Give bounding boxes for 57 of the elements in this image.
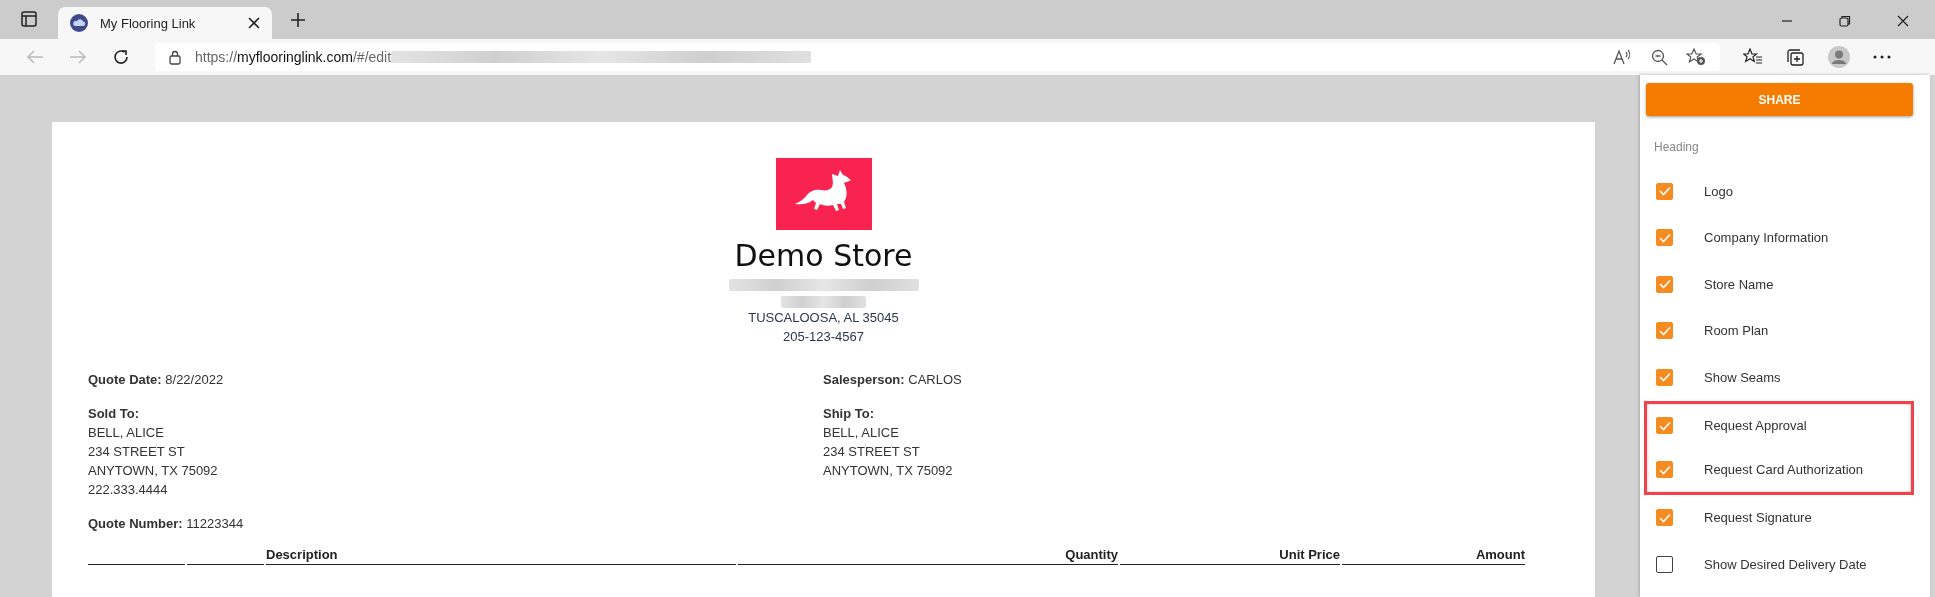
- column-header: Quantity: [1065, 547, 1118, 562]
- checkbox[interactable]: [1656, 417, 1673, 434]
- read-aloud-icon[interactable]: [1613, 49, 1633, 65]
- checkbox[interactable]: [1656, 322, 1673, 340]
- refresh-icon[interactable]: [112, 48, 130, 66]
- address-text: BELL, ALICE: [88, 424, 164, 442]
- browser-tab[interactable]: My Flooring Link: [58, 7, 272, 39]
- field-label: Sold To:: [88, 405, 140, 423]
- field-text: Quote Date: 8/22/2022: [88, 371, 224, 389]
- star-add-icon[interactable]: [1686, 48, 1706, 66]
- checkbox[interactable]: [1656, 368, 1673, 386]
- zoom-out-icon[interactable]: [1651, 48, 1668, 66]
- field-text: Quote Number: 11223344: [88, 515, 244, 533]
- more-options-icon[interactable]: [1873, 55, 1891, 59]
- cloud-icon: [70, 14, 88, 32]
- profile-avatar-icon[interactable]: [1828, 46, 1850, 68]
- favorites-icon[interactable]: [1743, 48, 1763, 66]
- close-icon[interactable]: [1897, 15, 1909, 27]
- checkbox[interactable]: [1656, 555, 1673, 573]
- address-text: BELL, ALICE: [823, 424, 899, 442]
- tab-actions-icon[interactable]: [20, 10, 38, 28]
- column-header: Description: [266, 547, 338, 562]
- address-bar[interactable]: https://myflooringlink.com/#/edit: [155, 43, 1720, 71]
- close-icon[interactable]: [248, 17, 260, 29]
- field-text: Salesperson: CARLOS: [823, 371, 962, 389]
- option-label: Request Card Authorization: [1704, 462, 1863, 477]
- checkbox[interactable]: [1656, 461, 1673, 478]
- section-heading: Heading: [1654, 140, 1700, 154]
- option-label: Logo: [1704, 183, 1733, 199]
- column-header: Unit Price: [1279, 547, 1340, 562]
- option-label: Show Desired Delivery Date: [1704, 556, 1867, 572]
- store-name: Demo Store: [734, 238, 913, 274]
- fox-logo-icon: [775, 158, 872, 230]
- field-label: Ship To:: [823, 405, 875, 423]
- address-text: ANYTOWN, TX 75092: [823, 462, 953, 480]
- option-label: Show Seams: [1704, 369, 1781, 385]
- lock-icon: [169, 49, 181, 65]
- checkbox[interactable]: [1656, 182, 1673, 200]
- option-label: Room Plan: [1704, 323, 1769, 339]
- checkbox[interactable]: [1656, 509, 1673, 527]
- option-label: Store Name: [1704, 276, 1774, 292]
- address-text: 234 STREET ST: [823, 443, 920, 461]
- checkbox[interactable]: [1656, 229, 1673, 247]
- restore-icon[interactable]: [1839, 15, 1851, 27]
- option-label: Request Approval: [1704, 418, 1807, 433]
- plus-icon[interactable]: [290, 12, 306, 28]
- checkbox[interactable]: [1656, 275, 1673, 293]
- store-info-text: TUSCALOOSA, AL 35045: [748, 309, 899, 327]
- url-text: https://myflooringlink.com/#/edit: [195, 49, 392, 65]
- address-text: 234 STREET ST: [88, 443, 185, 461]
- store-info-text: 205-123-4567: [783, 328, 864, 346]
- column-header: Amount: [1475, 547, 1525, 562]
- option-label: Company Information: [1704, 230, 1829, 246]
- address-text: 222.333.4444: [88, 481, 168, 499]
- collections-icon[interactable]: [1786, 47, 1805, 67]
- address-text: ANYTOWN, TX 75092: [88, 462, 218, 480]
- option-label: Request Signature: [1704, 510, 1812, 526]
